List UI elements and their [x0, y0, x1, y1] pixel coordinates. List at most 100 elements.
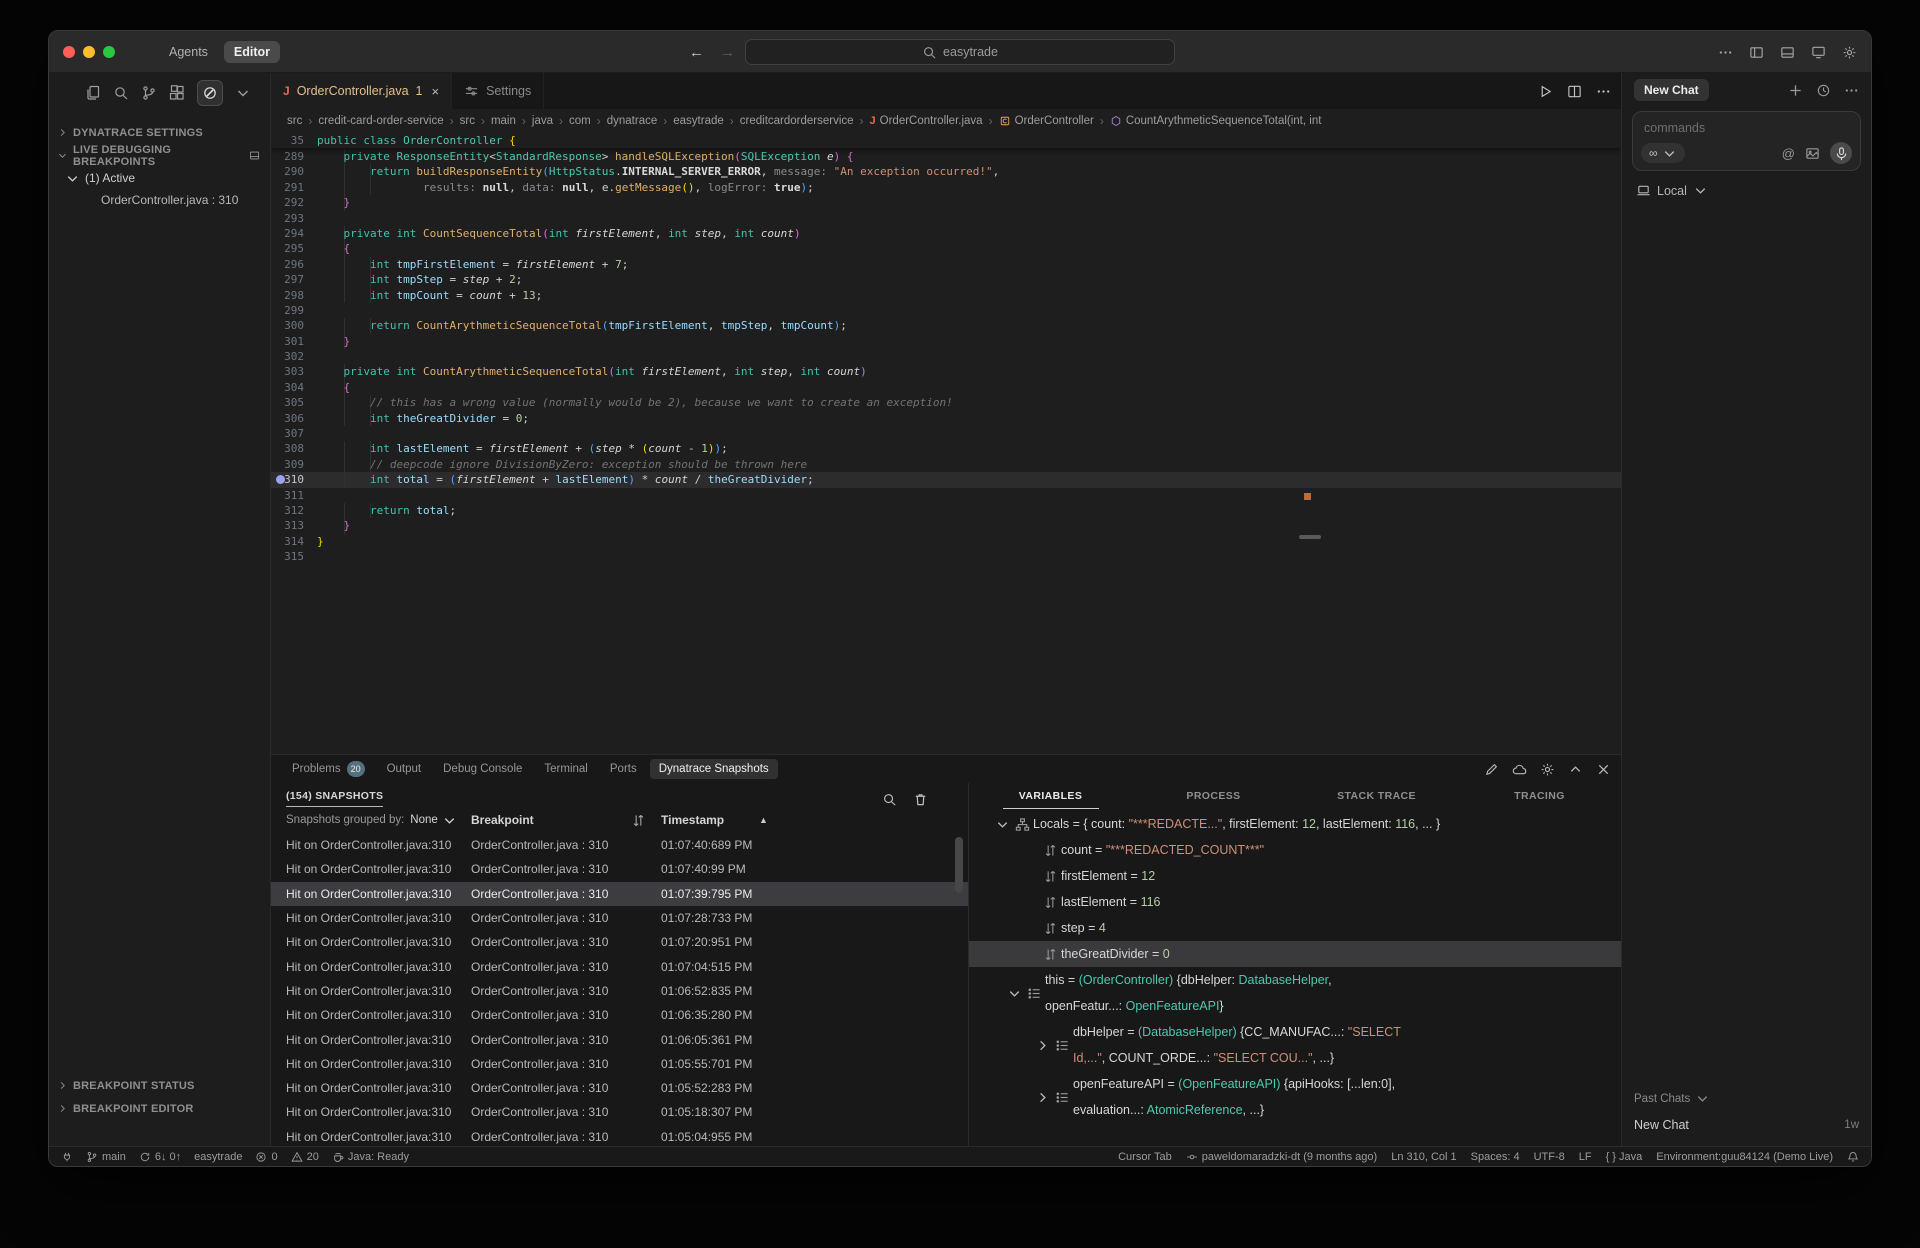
- line-number[interactable]: 309: [271, 457, 317, 472]
- status-item-java[interactable]: Java: Ready: [332, 1151, 409, 1163]
- status-item-paweldomaradzkidt[interactable]: paweldomaradzki-dt (9 months ago): [1186, 1151, 1377, 1163]
- breakpoint-item[interactable]: OrderController.java : 310: [49, 189, 270, 211]
- code-line-294[interactable]: 294 private int CountSequenceTotal(int f…: [271, 226, 1621, 241]
- status-item-0[interactable]: 0: [255, 1151, 277, 1163]
- status-item-6[interactable]: 6↓ 0↑: [139, 1151, 181, 1163]
- history-clock-icon[interactable]: [1816, 83, 1831, 98]
- sort-icon[interactable]: [631, 813, 646, 828]
- line-number[interactable]: 296: [271, 257, 317, 272]
- code-line-309[interactable]: 309 // deepcode ignore DivisionByZero: e…: [271, 457, 1621, 472]
- section-breakpoint-editor[interactable]: BREAKPOINT EDITOR: [49, 1097, 270, 1120]
- chevron-right-icon[interactable]: [1033, 1090, 1051, 1105]
- breadcrumb-item[interactable]: src: [460, 115, 475, 127]
- code-line-310[interactable]: 310 int total = (firstElement + lastElem…: [271, 472, 1621, 487]
- horizontal-scrollbar[interactable]: [1299, 535, 1321, 539]
- tab-ordercontroller-java[interactable]: J OrderController.java 1 ×: [271, 73, 452, 109]
- panel-tab-ports[interactable]: Ports: [601, 759, 646, 779]
- code-line-312[interactable]: 312 return total;: [271, 503, 1621, 518]
- code-line-289[interactable]: 289 private ResponseEntity<StandardRespo…: [271, 149, 1621, 164]
- line-number[interactable]: 311: [271, 488, 317, 503]
- snapshot-row[interactable]: Hit on OrderController.java:310OrderCont…: [271, 906, 968, 930]
- chevron-down-icon[interactable]: [235, 85, 251, 101]
- debug-tab-stack-trace[interactable]: STACK TRACE: [1295, 783, 1458, 809]
- snapshot-row[interactable]: Hit on OrderController.java:310OrderCont…: [271, 1100, 968, 1124]
- code-line-298[interactable]: 298 int tmpCount = count + 13;: [271, 288, 1621, 303]
- line-number[interactable]: 295: [271, 241, 317, 256]
- panel-tab-debug-console[interactable]: Debug Console: [434, 759, 531, 779]
- line-number[interactable]: 300: [271, 318, 317, 333]
- navigate-forward-button[interactable]: →: [720, 44, 735, 61]
- status-item-ln[interactable]: Ln 310, Col 1: [1391, 1151, 1456, 1163]
- status-item-easytrade[interactable]: easytrade: [194, 1151, 242, 1163]
- zoom-window-button[interactable]: [103, 46, 115, 58]
- chat-history-item[interactable]: New Chat 1w: [1634, 1118, 1859, 1132]
- line-number[interactable]: 298: [271, 288, 317, 303]
- panel-settings-icon[interactable]: [1540, 762, 1555, 777]
- line-number[interactable]: 291: [271, 180, 317, 195]
- editor-more-actions-icon[interactable]: [1596, 84, 1611, 99]
- settings-gear-icon[interactable]: [1842, 45, 1857, 60]
- debug-tab-tracing[interactable]: TRACING: [1458, 783, 1621, 809]
- chat-title-tab[interactable]: New Chat: [1634, 79, 1709, 101]
- code-line-315[interactable]: 315: [271, 549, 1621, 564]
- line-number[interactable]: 294: [271, 226, 317, 241]
- line-number[interactable]: 302: [271, 349, 317, 364]
- status-item-lf[interactable]: LF: [1579, 1151, 1592, 1163]
- panel-tab-problems[interactable]: Problems20: [283, 757, 374, 781]
- chat-input[interactable]: commands ∞ @: [1632, 111, 1861, 171]
- snapshot-row[interactable]: Hit on OrderController.java:310OrderCont…: [271, 1052, 968, 1076]
- line-number[interactable]: 299: [271, 303, 317, 318]
- sticky-scroll-line[interactable]: 35public class OrderController {: [271, 133, 1621, 148]
- panel-collapse-icon[interactable]: [1568, 762, 1583, 777]
- mode-tab-agents[interactable]: Agents: [159, 41, 218, 63]
- line-number[interactable]: 303: [271, 364, 317, 379]
- panel-edit-icon[interactable]: [1484, 762, 1499, 777]
- status-item[interactable]: [1847, 1151, 1859, 1163]
- breadcrumb-item[interactable]: src: [287, 115, 302, 127]
- breakpoint-group-active[interactable]: (1) Active: [49, 167, 270, 189]
- section-live-debugging-breakpoints[interactable]: LIVE DEBUGGING BREAKPOINTS: [49, 144, 270, 167]
- source-control-icon[interactable]: [141, 85, 157, 101]
- snapshot-row[interactable]: Hit on OrderController.java:310OrderCont…: [271, 979, 968, 1003]
- code-line-292[interactable]: 292 }: [271, 195, 1621, 210]
- variable-row[interactable]: theGreatDivider = 0: [969, 941, 1621, 967]
- extensions-icon[interactable]: [169, 85, 185, 101]
- breadcrumb-item[interactable]: easytrade: [673, 115, 724, 127]
- line-number[interactable]: 315: [271, 549, 317, 564]
- chevron-down-icon[interactable]: [993, 817, 1011, 832]
- code-line-297[interactable]: 297 int tmpStep = step + 2;: [271, 272, 1621, 287]
- search-sidebar-icon[interactable]: [113, 85, 129, 101]
- code-line-305[interactable]: 305 // this has a wrong value (normally …: [271, 395, 1621, 410]
- snapshots-scrollbar[interactable]: [955, 837, 963, 893]
- snapshots-trash-icon[interactable]: [913, 792, 928, 807]
- snapshot-row[interactable]: Hit on OrderController.java:310OrderCont…: [271, 1076, 968, 1100]
- variable-row[interactable]: lastElement = 116: [969, 889, 1621, 915]
- panel-tab-dynatrace-snapshots[interactable]: Dynatrace Snapshots: [650, 759, 778, 779]
- code-line-302[interactable]: 302: [271, 349, 1621, 364]
- code-line-35[interactable]: 35public class OrderController {: [271, 133, 1621, 148]
- status-item-main[interactable]: main: [86, 1151, 126, 1163]
- chat-more-actions-icon[interactable]: [1844, 83, 1859, 98]
- snapshot-row[interactable]: Hit on OrderController.java:310OrderCont…: [271, 1125, 968, 1146]
- grouped-by-dropdown[interactable]: None: [410, 813, 457, 828]
- line-number[interactable]: 297: [271, 272, 317, 287]
- code-line-291[interactable]: 291 results: null, data: null, e.getMess…: [271, 180, 1621, 195]
- breadcrumb-item[interactable]: JOrderController.java: [870, 115, 983, 127]
- section-breakpoint-status[interactable]: BREAKPOINT STATUS: [49, 1074, 270, 1097]
- voice-input-button[interactable]: [1830, 142, 1852, 164]
- breadcrumb-item[interactable]: main: [491, 115, 516, 127]
- debug-tab-process[interactable]: PROCESS: [1132, 783, 1295, 809]
- variable-row[interactable]: firstElement = 12: [969, 863, 1621, 889]
- chevron-down-icon[interactable]: [1005, 986, 1023, 1001]
- code-line-304[interactable]: 304 {: [271, 380, 1621, 395]
- breadcrumb-item[interactable]: java: [532, 115, 553, 127]
- snapshot-row[interactable]: Hit on OrderController.java:310OrderCont…: [271, 857, 968, 881]
- snapshot-row[interactable]: Hit on OrderController.java:310OrderCont…: [271, 882, 968, 906]
- run-button[interactable]: [1538, 84, 1553, 99]
- variable-row[interactable]: Locals = { count: "***REDACTE...", first…: [969, 811, 1621, 837]
- column-header-timestamp[interactable]: Timestamp: [661, 813, 724, 827]
- line-number[interactable]: 314: [271, 534, 317, 549]
- panel-tab-terminal[interactable]: Terminal: [535, 759, 596, 779]
- line-number[interactable]: 305: [271, 395, 317, 410]
- snapshot-row[interactable]: Hit on OrderController.java:310OrderCont…: [271, 930, 968, 954]
